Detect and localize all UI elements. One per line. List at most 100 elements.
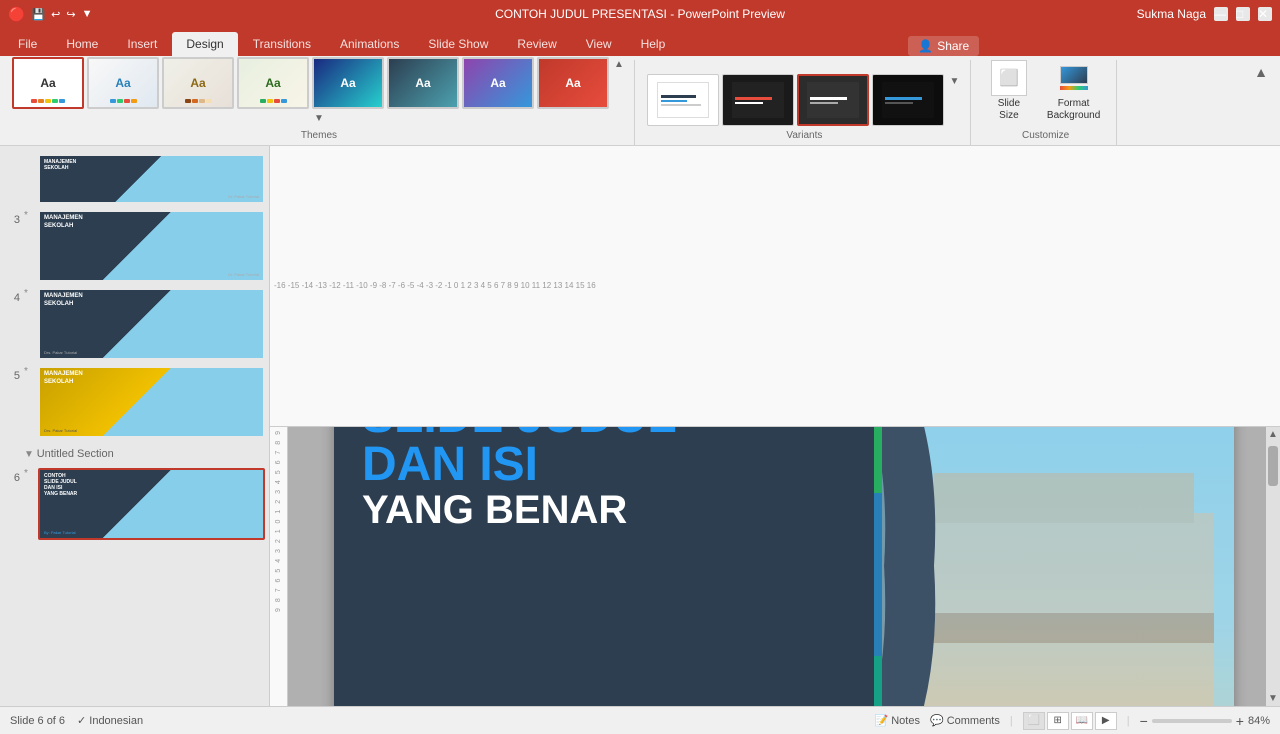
scroll-thumb[interactable]	[1268, 446, 1278, 486]
canvas-area: ▲ ▼	[288, 427, 1280, 707]
language-icon: ✓	[77, 714, 86, 727]
variants-label: Variants	[786, 130, 822, 141]
slide-canvas: CONTOH SLIDE JUDUL DAN ISI YANG BENAR By…	[334, 427, 1234, 707]
themes-scroll-up[interactable]: ▲	[612, 57, 626, 109]
normal-view-button[interactable]: ⬜	[1023, 712, 1045, 730]
theme-3[interactable]: Aa	[162, 57, 234, 109]
tab-file[interactable]: File	[4, 32, 51, 56]
slide-item-5: 5 * MANAJEMENSEKOLAH Drs. Pakar Tutorial	[4, 366, 265, 438]
ruler-horizontal: -16 -15 -14 -13 -12 -11 -10 -9 -8 -7 -6 …	[270, 146, 1280, 427]
themes-scroll-down[interactable]: ▼	[312, 111, 326, 126]
slide-title-line3: DAN ISI	[362, 441, 677, 489]
comments-button[interactable]: 💬 Comments	[930, 714, 1000, 727]
slide-3-number: 3	[4, 210, 20, 226]
comments-icon: 💬	[930, 714, 944, 727]
slide-6-number: 6	[4, 468, 20, 484]
statusbar: Slide 6 of 6 ✓ Indonesian 📝 Notes 💬 Comm…	[0, 706, 1280, 734]
format-bg-label: FormatBackground	[1047, 98, 1100, 122]
slide-number	[4, 154, 20, 158]
slide-thumb-5[interactable]: MANAJEMENSEKOLAH Drs. Pakar Tutorial	[38, 366, 265, 438]
titlebar-title: CONTOH JUDUL PRESENTASI - PowerPoint Pre…	[495, 7, 785, 21]
close-button[interactable]: ✕	[1258, 7, 1272, 21]
ruler-vertical: 9 8 7 6 5 4 3 2 1 0 1 2 3 4 5 6 7 8 9	[270, 427, 288, 707]
scroll-up-button[interactable]: ▲	[1266, 427, 1280, 442]
maximize-button[interactable]: □	[1236, 7, 1250, 21]
theme-2[interactable]: Aa	[87, 57, 159, 109]
titlebar-right: Sukma Naga — □ ✕	[1137, 7, 1272, 21]
theme-8[interactable]: Aa	[537, 57, 609, 109]
tab-design[interactable]: Design	[172, 32, 237, 56]
slide-item-4: 4 * MANAJEMENSEKOLAH Drs. Pakar Tutorial	[4, 288, 265, 360]
slide-4-number: 4	[4, 288, 20, 304]
variant-1[interactable]	[647, 74, 719, 126]
share-button[interactable]: 👤 Share	[908, 36, 979, 56]
variants-scroll[interactable]: ▼	[947, 74, 962, 126]
variants-group: ▼ Variants	[643, 60, 971, 145]
tab-insert[interactable]: Insert	[113, 32, 171, 56]
divider: |	[1010, 715, 1013, 727]
theme-6[interactable]: Aa	[387, 57, 459, 109]
scroll-down-button[interactable]: ▼	[1266, 691, 1280, 706]
zoom-in-button[interactable]: +	[1236, 713, 1244, 729]
slide-item-6: 6 * CONTOHSLIDE JUDULDAN ISIYANG BENAR B…	[4, 468, 265, 540]
quick-access-save[interactable]: 💾	[31, 8, 45, 21]
vertical-scrollbar[interactable]: ▲ ▼	[1266, 427, 1280, 707]
view-buttons: ⬜ ⊞ 📖 ▶	[1023, 712, 1117, 730]
slideshow-view-button[interactable]: ▶	[1095, 712, 1117, 730]
tab-animations[interactable]: Animations	[326, 32, 413, 56]
notes-icon: 📝	[875, 714, 889, 727]
slide-sorter-button[interactable]: ⊞	[1047, 712, 1069, 730]
slide-panel: MANAJEMENSEKOLAH Dr. Pakar Tutorial 3 * …	[0, 146, 270, 706]
customize-group: ⬜ SlideSize FormatBackground Customize	[979, 60, 1117, 145]
format-bg-icon	[1056, 60, 1092, 96]
themes-group: Aa Aa Aa	[8, 60, 635, 145]
section-name: Untitled Section	[37, 448, 114, 460]
quick-access-extra[interactable]: ▼	[82, 8, 93, 20]
slide-thumb-6[interactable]: CONTOHSLIDE JUDULDAN ISIYANG BENAR By: P…	[38, 468, 265, 540]
slide-thumb-4[interactable]: MANAJEMENSEKOLAH Drs. Pakar Tutorial	[38, 288, 265, 360]
tab-review[interactable]: Review	[503, 32, 570, 56]
slide-title-line4: YANG BENAR	[362, 489, 677, 531]
minimize-button[interactable]: —	[1214, 7, 1228, 21]
slide-size-label: SlideSize	[998, 98, 1020, 122]
format-background-button[interactable]: FormatBackground	[1039, 56, 1108, 126]
zoom-slider[interactable]	[1152, 719, 1232, 723]
divider2: |	[1127, 715, 1130, 727]
variant-4[interactable]	[872, 74, 944, 126]
slide-size-icon: ⬜	[991, 60, 1027, 96]
zoom-control: − + 84%	[1140, 713, 1270, 729]
slide-size-button[interactable]: ⬜ SlideSize	[983, 56, 1035, 126]
reading-view-button[interactable]: 📖	[1071, 712, 1093, 730]
theme-4[interactable]: Aa	[237, 57, 309, 109]
quick-access-redo[interactable]: ↪	[66, 8, 75, 21]
ribbon-content: Aa Aa Aa	[0, 56, 1280, 146]
slide-item-3: 3 * MANAJEMENSEKOLAH Dr. Pakar Tutorial	[4, 210, 265, 282]
slide-5-number: 5	[4, 366, 20, 382]
theme-7[interactable]: Aa	[462, 57, 534, 109]
share-icon: 👤	[918, 39, 933, 53]
notes-button[interactable]: 📝 Notes	[875, 714, 920, 727]
section-label: ▼ Untitled Section	[4, 444, 265, 462]
zoom-level: 84%	[1248, 715, 1270, 727]
ribbon-collapse-button[interactable]: ▲	[1250, 60, 1272, 84]
theme-1[interactable]: Aa	[12, 57, 84, 109]
tab-slideshow[interactable]: Slide Show	[414, 32, 502, 56]
ribbon-tabs: File Home Insert Design Transitions Anim…	[0, 28, 1280, 56]
variants-row: ▼	[647, 74, 962, 126]
titlebar: 🔴 💾 ↩ ↪ ▼ CONTOH JUDUL PRESENTASI - Powe…	[0, 0, 1280, 28]
slide-thumb-partial[interactable]: MANAJEMENSEKOLAH Dr. Pakar Tutorial	[38, 154, 265, 204]
tab-home[interactable]: Home	[52, 32, 112, 56]
theme-5[interactable]: Aa	[312, 57, 384, 109]
zoom-out-button[interactable]: −	[1140, 713, 1148, 729]
main-area: MANAJEMENSEKOLAH Dr. Pakar Tutorial 3 * …	[0, 146, 1280, 706]
variant-2[interactable]	[722, 74, 794, 126]
slide-item-partial: MANAJEMENSEKOLAH Dr. Pakar Tutorial	[4, 154, 265, 204]
quick-access-undo[interactable]: ↩	[51, 8, 60, 21]
slide-thumb-3[interactable]: MANAJEMENSEKOLAH Dr. Pakar Tutorial	[38, 210, 265, 282]
variant-3[interactable]	[797, 74, 869, 126]
language-indicator[interactable]: ✓ Indonesian	[77, 714, 143, 727]
powerpoint-icon: 🔴	[8, 6, 25, 23]
tab-transitions[interactable]: Transitions	[239, 32, 325, 56]
tab-help[interactable]: Help	[627, 32, 680, 56]
tab-view[interactable]: View	[572, 32, 626, 56]
